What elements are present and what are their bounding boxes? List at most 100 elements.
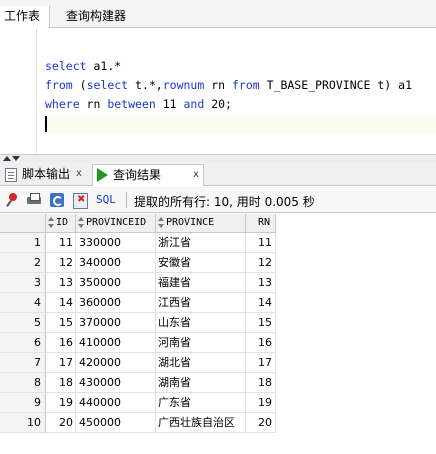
code-token: 20; — [204, 97, 232, 111]
id-cell[interactable]: 15 — [46, 313, 76, 333]
tab-query-builder[interactable]: 查询构建器 — [60, 6, 132, 28]
table-row[interactable]: 6 16 410000 河南省 16 — [0, 333, 276, 353]
id-cell[interactable]: 20 — [46, 413, 76, 433]
province-cell[interactable]: 安徽省 — [156, 253, 246, 273]
provinceid-cell[interactable]: 410000 — [76, 333, 156, 353]
id-cell[interactable]: 11 — [46, 233, 76, 253]
pin-icon[interactable] — [5, 192, 21, 208]
sort-icon — [48, 217, 56, 229]
provinceid-cell[interactable]: 420000 — [76, 353, 156, 373]
rn-cell[interactable]: 20 — [246, 413, 276, 433]
row-number-cell: 1 — [0, 233, 46, 253]
run-icon — [97, 168, 108, 182]
column-header-id[interactable]: ID — [46, 214, 76, 233]
provinceid-cell[interactable]: 350000 — [76, 273, 156, 293]
code-token: t.*, — [128, 78, 163, 92]
row-number-cell: 2 — [0, 253, 46, 273]
province-cell[interactable]: 河南省 — [156, 333, 246, 353]
code-token: and — [183, 97, 205, 111]
provinceid-cell[interactable]: 340000 — [76, 253, 156, 273]
expand-up-icon[interactable] — [3, 156, 11, 161]
province-cell[interactable]: 福建省 — [156, 273, 246, 293]
rn-cell[interactable]: 16 — [246, 333, 276, 353]
row-number-cell: 7 — [0, 353, 46, 373]
table-row[interactable]: 8 18 430000 湖南省 18 — [0, 373, 276, 393]
row-number-cell: 6 — [0, 333, 46, 353]
province-cell[interactable]: 湖北省 — [156, 353, 246, 373]
provinceid-cell[interactable]: 330000 — [76, 233, 156, 253]
column-header-provinceid[interactable]: PROVINCEID — [76, 214, 156, 233]
id-cell[interactable]: 18 — [46, 373, 76, 393]
column-header-label: RN — [258, 217, 271, 228]
province-cell[interactable]: 浙江省 — [156, 233, 246, 253]
rn-cell[interactable]: 14 — [246, 293, 276, 313]
tab-worksheet[interactable]: 工作表 — [0, 6, 50, 28]
rn-cell[interactable]: 11 — [246, 233, 276, 253]
fetch-status-text: 提取的所有行: 10, 用时 0.005 秒 — [134, 195, 315, 209]
column-header-province[interactable]: PROVINCE — [156, 214, 246, 233]
province-cell[interactable]: 湖南省 — [156, 373, 246, 393]
rn-cell[interactable]: 12 — [246, 253, 276, 273]
sort-icon — [78, 217, 86, 229]
tab-query-result[interactable]: 查询结果 x — [92, 164, 204, 186]
code-token: rownum — [162, 78, 205, 92]
table-row[interactable]: 9 19 440000 广东省 19 — [0, 393, 276, 413]
table-row[interactable]: 2 12 340000 安徽省 12 — [0, 253, 276, 273]
row-number-cell: 3 — [0, 273, 46, 293]
provinceid-cell[interactable]: 440000 — [76, 393, 156, 413]
close-tab-button[interactable]: x — [193, 165, 199, 185]
id-cell[interactable]: 17 — [46, 353, 76, 373]
row-number-header — [0, 214, 46, 233]
province-cell[interactable]: 广西壮族自治区 — [156, 413, 246, 433]
code-token: select — [86, 78, 129, 92]
pane-splitter[interactable] — [0, 154, 436, 162]
result-grid[interactable]: ID PROVINCEID PROVINCE RN 1 11 330000 浙江… — [0, 214, 436, 454]
province-cell[interactable]: 山东省 — [156, 313, 246, 333]
print-icon[interactable] — [26, 192, 42, 208]
tab-script-output[interactable]: 脚本输出 x — [2, 164, 88, 186]
id-cell[interactable]: 12 — [46, 253, 76, 273]
table-row[interactable]: 10 20 450000 广西壮族自治区 20 — [0, 413, 276, 433]
code-token: rn — [204, 78, 232, 92]
tab-query-result-label: 查询结果 — [113, 168, 162, 182]
id-cell[interactable]: 14 — [46, 293, 76, 313]
table-row[interactable]: 5 15 370000 山东省 15 — [0, 313, 276, 333]
rn-cell[interactable]: 13 — [246, 273, 276, 293]
id-cell[interactable]: 16 — [46, 333, 76, 353]
id-cell[interactable]: 19 — [46, 393, 76, 413]
row-number-cell: 5 — [0, 313, 46, 333]
rn-cell[interactable]: 19 — [246, 393, 276, 413]
text-caret — [45, 116, 47, 132]
table-row[interactable]: 7 17 420000 湖北省 17 — [0, 353, 276, 373]
table-row[interactable]: 1 11 330000 浙江省 11 — [0, 233, 276, 253]
provinceid-cell[interactable]: 370000 — [76, 313, 156, 333]
expand-down-icon[interactable] — [12, 156, 20, 161]
cancel-icon[interactable] — [72, 192, 88, 209]
code-line-2: from (select t.*,rownum rn from T_BASE_P… — [45, 78, 412, 92]
table-row[interactable]: 4 14 360000 江西省 14 — [0, 293, 276, 313]
close-tab-button[interactable]: x — [76, 164, 82, 184]
code-token: from — [45, 78, 73, 92]
rn-cell[interactable]: 15 — [246, 313, 276, 333]
script-output-icon — [5, 168, 17, 182]
sql-editor[interactable]: select a1.* from (select t.*,rownum rn f… — [0, 29, 436, 154]
row-number-cell: 8 — [0, 373, 46, 393]
provinceid-cell[interactable]: 430000 — [76, 373, 156, 393]
sql-button[interactable]: SQL — [96, 193, 116, 206]
code-token: where — [45, 97, 80, 111]
refresh-icon[interactable] — [49, 192, 65, 208]
code-token: a1.* — [86, 59, 122, 73]
province-cell[interactable]: 江西省 — [156, 293, 246, 313]
row-number-cell: 4 — [0, 293, 46, 313]
provinceid-cell[interactable]: 360000 — [76, 293, 156, 313]
table-row[interactable]: 3 13 350000 福建省 13 — [0, 273, 276, 293]
code-token: rn — [79, 97, 108, 111]
province-cell[interactable]: 广东省 — [156, 393, 246, 413]
code-token: ( — [72, 78, 87, 92]
id-cell[interactable]: 13 — [46, 273, 76, 293]
code-token: from — [231, 78, 260, 92]
rn-cell[interactable]: 18 — [246, 373, 276, 393]
column-header-rn[interactable]: RN — [246, 214, 276, 233]
rn-cell[interactable]: 17 — [246, 353, 276, 373]
provinceid-cell[interactable]: 450000 — [76, 413, 156, 433]
